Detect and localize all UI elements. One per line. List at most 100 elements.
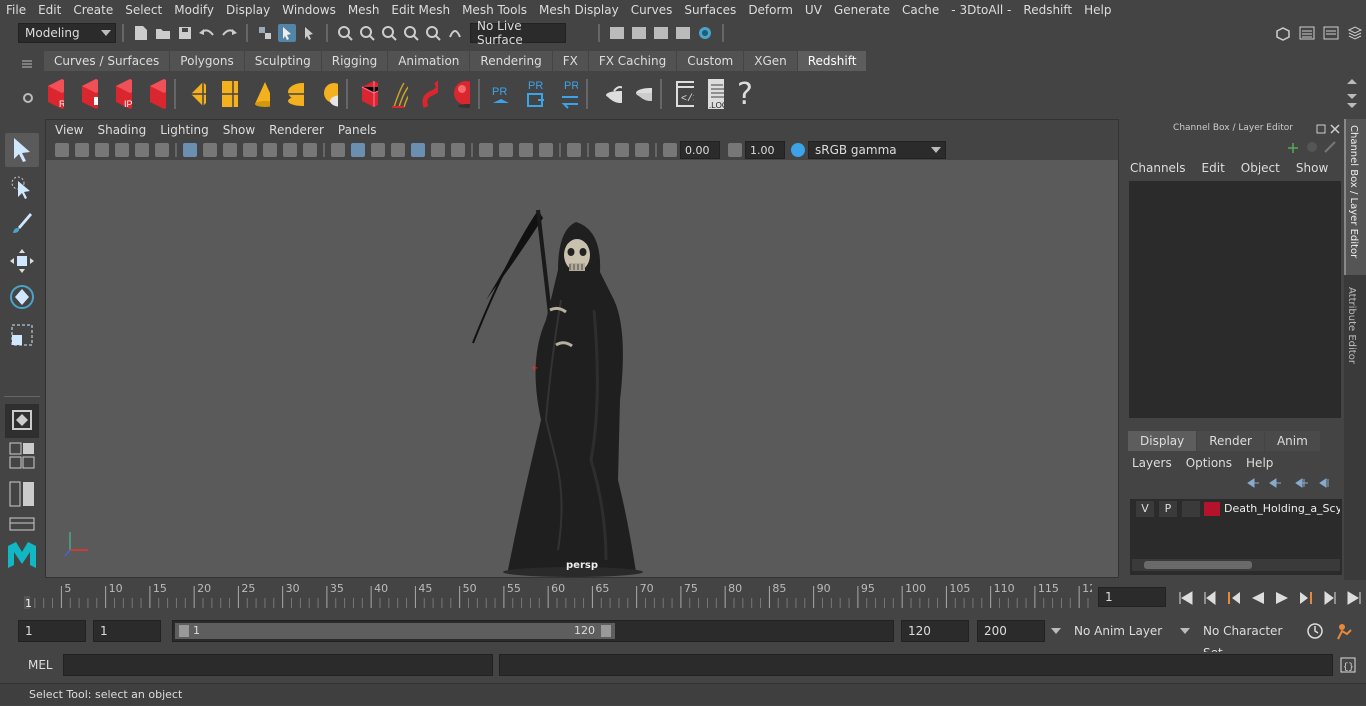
layer-tab-anim[interactable]: Anim [1264, 431, 1320, 451]
field-chart-icon[interactable] [263, 143, 277, 157]
script-editor-icon[interactable]: {} [1340, 657, 1356, 676]
attribute-editor-side-tab[interactable]: Attribute Editor [1344, 281, 1366, 377]
viewport-menu-lighting[interactable]: Lighting [153, 123, 216, 137]
layout-outliner[interactable] [5, 515, 39, 535]
isolate-select-icon[interactable] [567, 143, 581, 157]
shelf-tab-animation[interactable]: Animation [388, 51, 470, 71]
motion-blur-icon[interactable] [499, 143, 513, 157]
auto-key-icon[interactable] [1306, 622, 1324, 643]
animation-preferences-icon[interactable] [1334, 622, 1354, 643]
menu-windows[interactable]: Windows [276, 3, 342, 17]
channel-edit-icon[interactable] [1324, 141, 1336, 156]
redshift-dome-light-icon[interactable] [286, 83, 304, 106]
viewport-menu-show[interactable]: Show [216, 123, 262, 137]
playback-start-field[interactable]: 1 [93, 620, 161, 642]
redshift-proxy-icon[interactable] [360, 81, 378, 107]
attribute-editor-icon[interactable] [1298, 24, 1316, 42]
snap-point-icon[interactable] [380, 24, 398, 42]
command-input[interactable] [63, 654, 493, 676]
layer-menu-options[interactable]: Options [1186, 456, 1232, 470]
xray-icon[interactable] [595, 143, 609, 157]
paint-select-tool[interactable] [5, 207, 39, 241]
select-hierarchy-icon[interactable] [256, 24, 274, 42]
shelf-tab-rendering[interactable]: Rendering [470, 51, 552, 71]
redshift-material-bowl-icon[interactable] [604, 85, 622, 103]
shelf-tab-sculpting[interactable]: Sculpting [244, 51, 321, 71]
menu-mesh-tools[interactable]: Mesh Tools [456, 3, 533, 17]
redshift-script-icon[interactable]: </> [676, 81, 694, 107]
undo-icon[interactable] [198, 24, 216, 42]
move-layer-up-icon[interactable] [1294, 477, 1308, 492]
ipr-render-icon[interactable] [652, 24, 670, 42]
camera-select-icon[interactable] [55, 143, 69, 157]
open-scene-icon[interactable] [154, 24, 172, 42]
shelf-tabs-menu-icon[interactable] [22, 58, 32, 68]
time-slider-ruler[interactable]: 5 10 15 20 25 30 35 40 45 50 55 60 65 70 75 80 85 90 95 100… [18, 582, 1096, 610]
step-back-frame-icon[interactable] [1225, 589, 1243, 607]
channel-menu-show[interactable]: Show [1296, 161, 1328, 175]
select-object-icon[interactable] [278, 24, 296, 42]
layer-menu-layers[interactable]: Layers [1132, 456, 1172, 470]
channel-menu-object[interactable]: Object [1241, 161, 1280, 175]
shadows-icon[interactable] [451, 143, 465, 157]
perspective-viewport[interactable]: View Shading Lighting Show Renderer Panels [45, 119, 1119, 578]
viewport-menu-shading[interactable]: Shading [90, 123, 153, 137]
scale-tool[interactable] [5, 319, 39, 353]
multisample-aa-icon[interactable] [519, 143, 533, 157]
layout-two-pane[interactable] [5, 480, 39, 510]
redshift-material-pie-icon[interactable] [634, 85, 652, 103]
transform-manip-icon[interactable] [1286, 141, 1300, 158]
menu-curves[interactable]: Curves [625, 3, 679, 17]
new-layer-selected-icon[interactable] [1268, 477, 1282, 492]
channel-circle-icon[interactable] [1306, 141, 1318, 156]
menu-redshift[interactable]: Redshift [1017, 3, 1078, 17]
mode-dropdown[interactable]: Modeling [18, 23, 116, 43]
float-panel-icon[interactable] [1316, 123, 1326, 137]
default-material-icon[interactable] [371, 143, 385, 157]
shelf-tab-redshift[interactable]: Redshift [797, 51, 867, 71]
smooth-shade-icon[interactable] [351, 143, 365, 157]
shelf-tab-xgen[interactable]: XGen [744, 51, 797, 71]
exposure-icon[interactable] [663, 143, 677, 157]
film-gate-icon[interactable] [203, 143, 217, 157]
modeling-toolkit-icon[interactable] [1274, 24, 1292, 42]
grease-pencil-icon[interactable] [155, 143, 169, 157]
lasso-tool[interactable] [5, 171, 39, 205]
move-tool[interactable] [5, 245, 39, 279]
shelf-tab-fx[interactable]: FX [552, 51, 588, 71]
xray-active-icon[interactable] [615, 143, 629, 157]
snap-live-icon[interactable] [446, 24, 464, 42]
layer-horizontal-scrollbar[interactable] [1132, 559, 1340, 571]
layer-menu-help[interactable]: Help [1246, 456, 1273, 470]
xray-joints-icon[interactable] [635, 143, 649, 157]
menu-uv[interactable]: UV [799, 3, 828, 17]
play-forward-icon[interactable] [1273, 589, 1291, 607]
new-scene-icon[interactable] [132, 24, 150, 42]
redshift-sun-sky-icon[interactable] [320, 83, 338, 107]
gamma-field[interactable]: 1.00 [745, 141, 785, 159]
redshift-spot-light-icon[interactable] [252, 82, 270, 107]
safe-title-icon[interactable] [303, 143, 317, 157]
viewport-menu-renderer[interactable]: Renderer [262, 123, 331, 137]
grid-icon[interactable] [183, 143, 197, 157]
redshift-hair-icon[interactable] [390, 82, 408, 108]
redshift-pr-object-icon[interactable]: PR [492, 85, 510, 103]
layer-playback-toggle[interactable]: P [1159, 501, 1177, 517]
gamma-icon[interactable] [728, 143, 742, 157]
go-to-end-icon[interactable] [1345, 589, 1363, 607]
layer-color-swatch[interactable] [1204, 502, 1220, 516]
shelf-settings-gear-icon[interactable] [21, 91, 35, 105]
lights-icon[interactable] [431, 143, 445, 157]
textured-icon[interactable] [411, 143, 425, 157]
menu-cache[interactable]: Cache [896, 3, 945, 17]
layout-single-pane[interactable] [5, 442, 39, 472]
go-to-start-icon[interactable] [1177, 589, 1195, 607]
render-frame-icon[interactable] [630, 24, 648, 42]
layer-visibility-toggle[interactable]: V [1136, 501, 1154, 517]
start-time-field[interactable]: 1 [18, 620, 86, 642]
play-backward-icon[interactable] [1249, 589, 1267, 607]
time-slider[interactable]: 5 10 15 20 25 30 35 40 45 50 55 60 65 70 75 80 85 90 95 100… [18, 582, 1096, 610]
close-panel-icon[interactable] [1330, 123, 1340, 137]
current-frame-field[interactable]: 1 [1098, 587, 1166, 607]
camera-attributes-icon[interactable] [75, 143, 89, 157]
